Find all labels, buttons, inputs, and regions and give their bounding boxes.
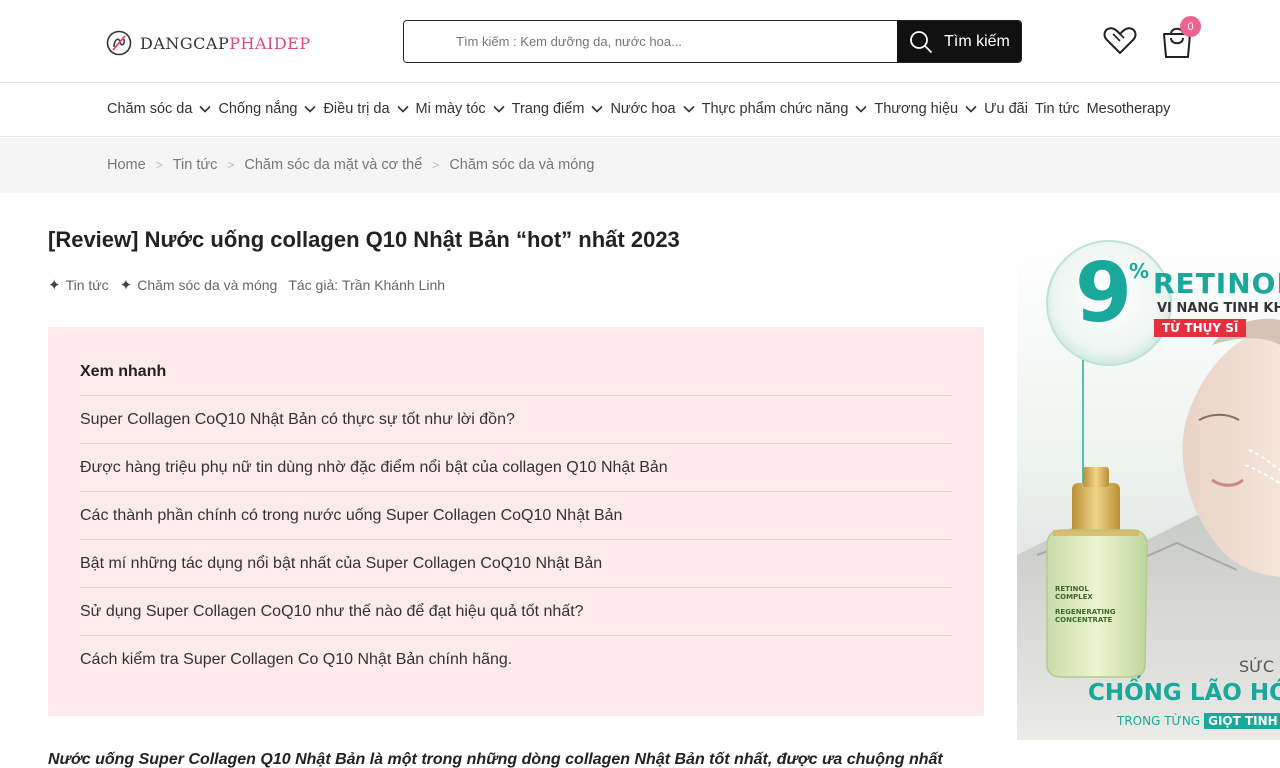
ad-origin-tag: TỪ THỤY SĨ bbox=[1154, 319, 1247, 337]
nav-item-label: Ưu đãi bbox=[984, 101, 1028, 117]
breadcrumb-link[interactable]: Home bbox=[107, 157, 146, 173]
logo-mark-icon bbox=[106, 30, 132, 56]
ad-banner[interactable]: 9 % RETINOL VI NANG TINH KH TỪ THỤY SĨ R… bbox=[1017, 225, 1280, 740]
nav-item-label: Nước hoa bbox=[610, 101, 676, 117]
toc-item[interactable]: Cách kiểm tra Super Collagen Co Q10 Nhật… bbox=[80, 635, 952, 683]
chevron-down-icon bbox=[683, 105, 695, 113]
toc-title: Xem nhanh bbox=[80, 363, 167, 380]
ad-big-number: 9 bbox=[1075, 246, 1133, 341]
nav-item-label: Thực phẩm chức năng bbox=[701, 101, 849, 117]
toc-item[interactable]: Được hàng triệu phụ nữ tin dùng nhờ đặc … bbox=[80, 443, 952, 491]
meta-author: Tác giả: Trần Khánh Linh bbox=[288, 277, 445, 293]
nav-item-label: Chăm sóc da bbox=[107, 101, 193, 117]
search-bar: Tìm kiếm bbox=[403, 20, 1022, 63]
chevron-down-icon bbox=[965, 105, 977, 113]
meta-author-name[interactable]: Trần Khánh Linh bbox=[342, 277, 445, 293]
nav-item-label: Tin tức bbox=[1034, 101, 1080, 117]
ad-tag-bottom: TRONG TỪNG GIỌT TINH bbox=[1117, 713, 1280, 729]
nav-item[interactable]: Thực phẩm chức năng bbox=[702, 101, 868, 117]
meta-category-label: Tin tức bbox=[65, 277, 109, 293]
site-logo[interactable]: DANGCAPPHAIDEP bbox=[106, 30, 311, 56]
nav-item[interactable]: Nước hoa bbox=[610, 101, 695, 117]
nav-item[interactable]: Trang điểm bbox=[512, 101, 604, 117]
ad-product-label: RETINOL COMPLEX REGENERATING CONCENTRATE bbox=[1055, 585, 1116, 625]
search-button-label: Tìm kiếm bbox=[944, 32, 1010, 50]
toc-item[interactable]: Sử dụng Super Collagen CoQ10 như thế nào… bbox=[80, 587, 952, 635]
nav-item[interactable]: Tin tức bbox=[1035, 101, 1080, 117]
ad-product-label-4: CONCENTRATE bbox=[1055, 616, 1113, 625]
breadcrumb-separator: > bbox=[432, 158, 440, 172]
ad-percent: % bbox=[1129, 259, 1150, 283]
meta-category-link[interactable]: ✦ Tin tức bbox=[48, 276, 109, 294]
chevron-down-icon bbox=[396, 105, 409, 113]
ad-headline: RETINOL bbox=[1153, 267, 1280, 300]
ad-product-label-1: RETINOL bbox=[1055, 585, 1089, 593]
ad-product-label-2: COMPLEX bbox=[1055, 593, 1093, 602]
toc-item[interactable]: Các thành phần chính có trong nước uống … bbox=[80, 491, 952, 539]
search-icon bbox=[910, 30, 933, 53]
breadcrumb: Home > Tin tức > Chăm sóc da mặt và cơ thể > C… bbox=[107, 157, 594, 173]
breadcrumb-link[interactable]: Tin tức bbox=[173, 157, 218, 173]
breadcrumb-link[interactable]: Chăm sóc da và móng bbox=[449, 157, 594, 173]
search-button[interactable]: Tìm kiếm bbox=[897, 21, 1021, 62]
chevron-down-icon bbox=[199, 105, 212, 113]
sparkle-icon: ✦ bbox=[119, 277, 133, 294]
site-header: DANGCAPPHAIDEP Tìm kiếm 0 bbox=[0, 0, 1280, 83]
ad-tag-main: CHỐNG LÃO HÓ bbox=[1088, 680, 1280, 706]
nav-item-label: Thương hiệu bbox=[874, 101, 959, 117]
nav-item-label: Trang điểm bbox=[511, 101, 585, 117]
logo-text-part2: PHAIDEP bbox=[229, 33, 311, 53]
nav-item-label: Điều trị da bbox=[323, 101, 390, 117]
breadcrumb-separator: > bbox=[227, 158, 235, 172]
ad-subline: VI NANG TINH KH bbox=[1157, 301, 1280, 316]
logo-text: DANGCAPPHAIDEP bbox=[140, 34, 311, 53]
toc-item[interactable]: Super Collagen CoQ10 Nhật Bản có thực sự… bbox=[80, 395, 952, 443]
chevron-down-icon bbox=[304, 105, 317, 113]
chevron-down-icon bbox=[855, 105, 867, 113]
nav-item-label: Chống nắng bbox=[218, 101, 298, 117]
meta-subcategory-label: Chăm sóc da và móng bbox=[137, 277, 278, 293]
breadcrumb-separator: > bbox=[155, 158, 163, 172]
nav-item[interactable]: Mi mày tóc bbox=[416, 101, 505, 117]
ad-product-bottle bbox=[1046, 467, 1148, 678]
breadcrumb-link[interactable]: Chăm sóc da mặt và cơ thể bbox=[244, 157, 422, 173]
chevron-down-icon bbox=[591, 105, 604, 113]
nav-item[interactable]: Mesotherapy bbox=[1087, 101, 1171, 117]
nav-item-label: Mi mày tóc bbox=[415, 101, 486, 117]
nav-item-label: Mesotherapy bbox=[1086, 101, 1171, 117]
sparkle-icon: ✦ bbox=[48, 277, 61, 294]
meta-subcategory-link[interactable]: ✦ Chăm sóc da và móng bbox=[120, 276, 278, 294]
nav-item[interactable]: Ưu đãi bbox=[984, 101, 1028, 117]
ad-tag-bottom-2: GIỌT TINH bbox=[1204, 713, 1280, 729]
article-title: [Review] Nước uống collagen Q10 Nhật Bản… bbox=[48, 227, 680, 252]
wishlist-heart-icon[interactable] bbox=[1103, 26, 1137, 56]
ad-product-label-3: REGENERATING bbox=[1055, 607, 1116, 616]
toc-list: Super Collagen CoQ10 Nhật Bản có thực sự… bbox=[80, 395, 952, 683]
nav-list: Chăm sóc da Chống nắng Điều trị da Mi mày t… bbox=[107, 101, 1177, 117]
nav-item[interactable]: Thương hiệu bbox=[874, 101, 977, 117]
logo-text-part1: DANGCAP bbox=[140, 33, 230, 53]
article-intro: Nước uống Super Collagen Q10 Nhật Bản là… bbox=[48, 751, 943, 768]
nav-item[interactable]: Chống nắng bbox=[218, 101, 317, 117]
ad-tag-small: SỨC M bbox=[1239, 657, 1280, 676]
ad-tag-bottom-1: TRONG TỪNG bbox=[1117, 714, 1201, 728]
nav-item[interactable]: Điều trị da bbox=[323, 101, 409, 117]
search-input[interactable] bbox=[404, 21, 897, 62]
meta-author-label: Tác giả: bbox=[288, 277, 339, 293]
table-of-contents: Xem nhanh Super Collagen CoQ10 Nhật Bản … bbox=[48, 327, 984, 716]
cart-count-badge: 0 bbox=[1180, 16, 1201, 37]
toc-item[interactable]: Bật mí những tác dụng nổi bật nhất của S… bbox=[80, 539, 952, 587]
main-navigation: Chăm sóc da Chống nắng Điều trị da Mi mày t… bbox=[0, 84, 1280, 137]
chevron-down-icon bbox=[493, 105, 505, 113]
breadcrumb-bar: Home > Tin tức > Chăm sóc da mặt và cơ thể > C… bbox=[0, 138, 1280, 193]
nav-item[interactable]: Chăm sóc da bbox=[107, 101, 212, 117]
article-meta: ✦ Tin tức ✦ Chăm sóc da và móng Tác giả:… bbox=[48, 276, 456, 294]
